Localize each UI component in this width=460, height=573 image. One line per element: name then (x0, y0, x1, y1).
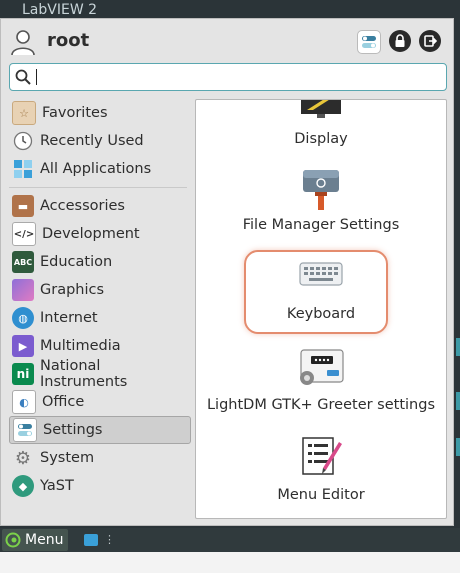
sidebar-item-accessories[interactable]: ▬ Accessories (9, 192, 191, 220)
sidebar-item-label: System (40, 450, 95, 466)
sidebar-item-label: National Instruments (40, 358, 128, 390)
sidebar-item-label: Multimedia (40, 338, 121, 354)
app-label: Display (294, 131, 348, 147)
graphics-icon (12, 279, 34, 301)
app-label: LightDM GTK+ Greeter settings (206, 397, 436, 413)
taskbar-handle-icon[interactable]: ⋮ (104, 533, 115, 546)
sidebar-item-recently-used[interactable]: Recently Used (9, 127, 191, 155)
office-icon: ◐ (12, 390, 36, 414)
sidebar-item-office[interactable]: ◐ Office (9, 388, 191, 416)
file-manager-settings-icon (303, 170, 339, 210)
lock-icon (395, 34, 405, 47)
app-menu-editor[interactable]: Menu Editor (196, 432, 446, 516)
app-keyboard[interactable]: Keyboard (196, 256, 446, 332)
user-avatar-icon (11, 30, 35, 56)
sidebar-item-label: Settings (43, 422, 103, 438)
briefcase-icon: ▬ (12, 195, 34, 217)
sidebar-item-internet[interactable]: ◍ Internet (9, 304, 191, 332)
desktop-edge-mark (456, 338, 460, 356)
settings-toggle-icon (362, 36, 376, 48)
star-folder-icon: ☆ (12, 101, 36, 125)
app-lightdm-greeter-settings[interactable]: LightDM GTK+ Greeter settings (196, 344, 446, 424)
sidebar-item-all-applications[interactable]: All Applications (9, 155, 191, 183)
sidebar-item-label: Development (42, 226, 140, 242)
globe-icon: ◍ (12, 307, 34, 329)
menu-editor-icon (302, 437, 342, 475)
sidebar-item-settings[interactable]: Settings (9, 416, 191, 444)
sidebar-item-development[interactable]: </> Development (9, 220, 191, 248)
grid-icon (12, 158, 34, 180)
settings-icon (13, 418, 37, 442)
sidebar-item-label: All Applications (40, 161, 152, 177)
yast-icon: ◆ (12, 475, 34, 497)
sidebar-item-label: Internet (40, 310, 98, 326)
sidebar-item-yast[interactable]: ◆ YaST (9, 472, 191, 500)
sidebar-item-label: YaST (40, 478, 74, 494)
sidebar-item-label: Graphics (40, 282, 105, 298)
application-menu: root ☆ Favorites Recently Used All Appli… (0, 18, 454, 526)
lightdm-greeter-icon (300, 349, 344, 385)
logout-button[interactable] (419, 30, 441, 52)
desktop-edge-mark (456, 438, 460, 456)
application-list: Display File Manager Settings Keyboard L… (195, 99, 447, 519)
logout-icon (424, 35, 437, 47)
sidebar-item-label: Education (40, 254, 113, 270)
app-file-manager-settings[interactable]: File Manager Settings (196, 166, 446, 246)
desktop-edge-mark (456, 392, 460, 410)
app-label: Menu Editor (277, 487, 365, 503)
sidebar-item-favorites[interactable]: ☆ Favorites (9, 99, 191, 127)
sidebar-item-label: Favorites (42, 105, 108, 121)
multimedia-icon: ▶ (12, 335, 34, 357)
sidebar-item-label: Accessories (40, 198, 125, 214)
search-field[interactable] (9, 63, 447, 91)
text-caret (36, 69, 37, 85)
desktop-window-title: LabVIEW 2 (22, 2, 98, 18)
sidebar-item-label: Office (42, 394, 85, 410)
app-display[interactable]: Display (196, 100, 446, 160)
search-icon (15, 69, 31, 85)
abc-icon: ABC (12, 251, 34, 273)
sidebar-item-label: Recently Used (40, 133, 144, 149)
sidebar-item-multimedia[interactable]: ▶ Multimedia (9, 332, 191, 360)
app-label: Keyboard (286, 306, 356, 322)
taskbar: Menu ⋮ (0, 528, 460, 552)
taskbar-window-icon[interactable] (84, 534, 98, 546)
sidebar-item-system[interactable]: ⚙ System (9, 444, 191, 472)
ni-icon: ni (12, 363, 34, 385)
menu-button-label: Menu (25, 532, 64, 548)
sidebar-item-national-instruments[interactable]: ni National Instruments (9, 358, 191, 390)
menu-header: root (9, 27, 445, 56)
system-gear-icon: ⚙ (14, 447, 32, 469)
category-sidebar: ☆ Favorites Recently Used All Applicatio… (9, 99, 191, 500)
settings-toggle-button[interactable] (357, 30, 381, 54)
menu-logo-icon (5, 532, 21, 548)
username: root (47, 30, 90, 51)
display-icon (301, 100, 341, 118)
sidebar-item-graphics[interactable]: Graphics (9, 276, 191, 304)
sidebar-separator (9, 187, 187, 188)
app-label: File Manager Settings (242, 217, 400, 233)
sidebar-item-education[interactable]: ABC Education (9, 248, 191, 276)
lock-screen-button[interactable] (389, 30, 411, 52)
clock-icon (12, 130, 34, 152)
code-icon: </> (12, 222, 36, 246)
menu-button[interactable]: Menu (2, 529, 68, 551)
keyboard-icon (299, 262, 343, 286)
screen-bottom-area (0, 552, 460, 573)
